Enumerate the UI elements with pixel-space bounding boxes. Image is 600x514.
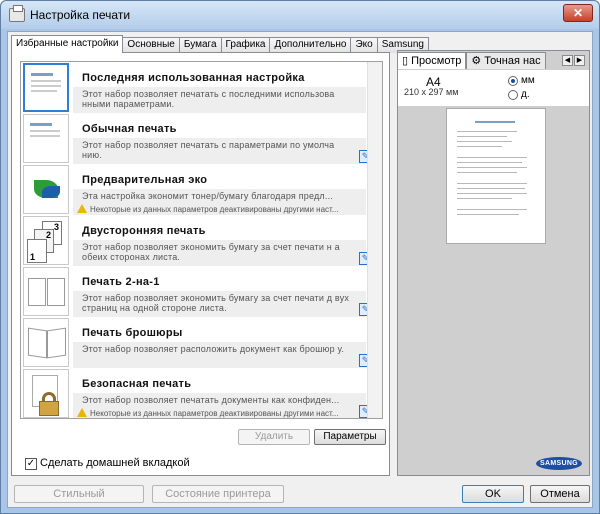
warning-text: Некоторые из данных параметров деактивир… bbox=[90, 205, 339, 214]
preset-warning: Некоторые из данных параметров деактивир… bbox=[77, 204, 339, 214]
default-tab-checkbox[interactable]: ✓ bbox=[25, 458, 37, 470]
page-icon: ▯ bbox=[402, 55, 412, 67]
title-bar: Настройка печати ✕ bbox=[1, 1, 599, 29]
unit-mm-radio[interactable] bbox=[508, 76, 518, 86]
preset-booklet[interactable]: Печать брошюры Этот набор позволяет расп… bbox=[21, 317, 372, 368]
document-thumbnail-icon bbox=[23, 114, 69, 163]
tab-basic[interactable]: Основные bbox=[122, 37, 180, 53]
preset-secure[interactable]: Безопасная печать Этот набор позволяет п… bbox=[21, 368, 372, 418]
preset-description: Этот набор позволяет печатать с последни… bbox=[82, 89, 335, 109]
preset-last-used[interactable]: Последняя использованная настройка Этот … bbox=[21, 62, 366, 113]
unit-inch-label: д. bbox=[521, 89, 530, 100]
samsung-logo: SAMSUNG bbox=[536, 457, 582, 470]
preset-name: Безопасная печать bbox=[82, 378, 192, 390]
preset-eco[interactable]: Предварительная эко Эта настройка эконом… bbox=[21, 164, 366, 215]
preset-name: Печать брошюры bbox=[82, 327, 183, 339]
list-scrollbar[interactable] bbox=[367, 62, 382, 418]
duplex-pages-icon: 3 2 1 bbox=[23, 216, 69, 265]
booklet-icon bbox=[23, 318, 69, 367]
preset-name: Двусторонняя печать bbox=[82, 225, 206, 237]
tab-favorites[interactable]: Избранные настройки bbox=[11, 35, 124, 53]
gear-icon: ⚙ bbox=[471, 55, 485, 67]
preset-name: Печать 2-на-1 bbox=[82, 276, 160, 288]
preset-name: Предварительная эко bbox=[82, 174, 208, 186]
page-preview bbox=[446, 108, 546, 244]
preview-tab-bar: ▯ Просмотр ⚙ Точная нас bbox=[397, 52, 546, 70]
tab-scroll-right-icon[interactable]: ▶ bbox=[574, 55, 585, 66]
unit-inch-radio[interactable] bbox=[508, 90, 518, 100]
preset-normal[interactable]: Обычная печать Этот набор позволяет печа… bbox=[21, 113, 372, 164]
tab-preview-label: Просмотр bbox=[411, 55, 462, 67]
padlock-icon bbox=[23, 369, 69, 418]
style-button[interactable]: Стильный bbox=[14, 485, 144, 503]
preset-description: Этот набор позволяет экономить бумагу за… bbox=[82, 242, 340, 262]
preset-description: Этот набор позволяет печатать с параметр… bbox=[82, 140, 335, 160]
tab-advanced[interactable]: Дополнительно bbox=[269, 37, 352, 53]
favorites-panel: Последняя использованная настройка Этот … bbox=[11, 52, 390, 476]
preset-name: Обычная печать bbox=[82, 123, 177, 135]
preset-2-up[interactable]: Печать 2-на-1 Этот набор позволяет эконо… bbox=[21, 266, 372, 317]
default-tab-label: Сделать домашней вкладкой bbox=[40, 457, 190, 469]
eco-leaf-icon bbox=[23, 165, 69, 214]
printer-status-button[interactable]: Состояние принтера bbox=[152, 485, 284, 503]
preset-description: Эта настройка экономит тонер/бумагу благ… bbox=[82, 191, 333, 201]
warning-text: Некоторые из данных параметров деактивир… bbox=[90, 409, 339, 418]
preset-description: Этот набор позволяет экономить бумагу за… bbox=[82, 293, 350, 313]
paper-dimensions: 210 x 297 мм bbox=[404, 87, 459, 97]
ok-button[interactable]: OK bbox=[462, 485, 524, 503]
tab-precise-label: Точная нас bbox=[484, 55, 541, 67]
delete-button[interactable]: Удалить bbox=[238, 429, 310, 445]
tab-paper[interactable]: Бумага bbox=[178, 37, 222, 53]
preset-list: Последняя использованная настройка Этот … bbox=[20, 61, 383, 419]
preset-description: Этот набор позволяет печатать документы … bbox=[82, 395, 340, 405]
document-thumbnail-icon bbox=[23, 63, 69, 112]
window-title: Настройка печати bbox=[30, 8, 131, 22]
preset-description: Этот набор позволяет расположить докумен… bbox=[82, 344, 345, 354]
two-up-pages-icon bbox=[23, 267, 69, 316]
printer-icon bbox=[9, 5, 25, 22]
preset-name: Последняя использованная настройка bbox=[82, 72, 305, 84]
tab-bar: Избранные настройки Основные Бумага Граф… bbox=[11, 35, 429, 53]
tab-graphics[interactable]: Графика bbox=[220, 37, 271, 53]
preset-duplex[interactable]: 3 2 1 Двусторонняя печать Этот набор поз… bbox=[21, 215, 372, 266]
preset-warning: Некоторые из данных параметров деактивир… bbox=[77, 408, 339, 418]
tab-precise-settings[interactable]: ⚙ Точная нас bbox=[466, 52, 546, 69]
close-button[interactable]: ✕ bbox=[563, 4, 593, 22]
dialog-body: Избранные настройки Основные Бумага Граф… bbox=[7, 31, 593, 508]
cancel-button[interactable]: Отмена bbox=[530, 485, 590, 503]
unit-mm-label: мм bbox=[521, 75, 535, 86]
warning-icon bbox=[77, 204, 87, 213]
warning-icon bbox=[77, 408, 87, 417]
print-settings-window: Настройка печати ✕ Избранные настройки О… bbox=[0, 0, 600, 514]
parameters-button[interactable]: Параметры bbox=[314, 429, 386, 445]
tab-preview[interactable]: ▯ Просмотр bbox=[397, 52, 467, 69]
tab-eco[interactable]: Эко bbox=[350, 37, 378, 53]
tab-scroll-left-icon[interactable]: ◀ bbox=[562, 55, 573, 66]
